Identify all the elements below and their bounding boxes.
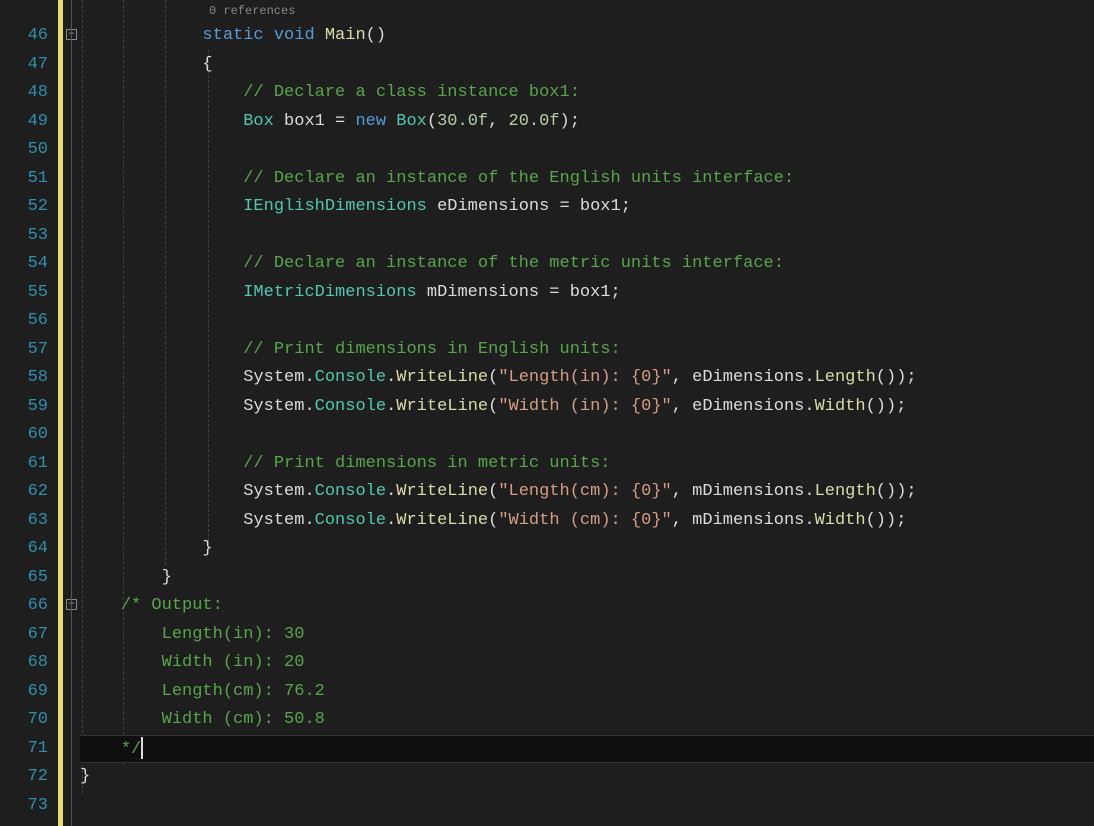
code-area[interactable]: 0 references static void Main() { // Dec…: [80, 0, 1094, 820]
code-line[interactable]: }: [80, 564, 1094, 593]
line-number: 60: [0, 421, 48, 450]
line-number: 67: [0, 621, 48, 650]
line-number: 47: [0, 51, 48, 80]
code-line[interactable]: // Print dimensions in English units:: [80, 336, 1094, 365]
code-line[interactable]: System.Console.WriteLine("Width (in): {0…: [80, 393, 1094, 422]
code-line[interactable]: // Declare an instance of the metric uni…: [80, 250, 1094, 279]
line-number: 72: [0, 763, 48, 792]
outline-margin: − −: [58, 0, 80, 826]
line-number: 56: [0, 307, 48, 336]
code-line[interactable]: Width (in): 20: [80, 649, 1094, 678]
code-line[interactable]: // Declare a class instance box1:: [80, 79, 1094, 108]
line-number: 64: [0, 535, 48, 564]
line-number-gutter: 46 47 48 49 50 51 52 53 54 55 56 57 58 5…: [0, 0, 58, 826]
code-line[interactable]: }: [80, 763, 1094, 792]
text-caret: [141, 737, 143, 759]
code-line[interactable]: // Print dimensions in metric units:: [80, 450, 1094, 479]
code-line[interactable]: /* Output:: [80, 592, 1094, 621]
line-number: 59: [0, 393, 48, 422]
code-line-current[interactable]: */: [80, 735, 1094, 764]
code-line[interactable]: Length(in): 30: [80, 621, 1094, 650]
line-number: 54: [0, 250, 48, 279]
line-number: 53: [0, 222, 48, 251]
code-line[interactable]: }: [80, 535, 1094, 564]
line-number: 62: [0, 478, 48, 507]
line-number: 49: [0, 108, 48, 137]
line-number: 58: [0, 364, 48, 393]
code-line[interactable]: System.Console.WriteLine("Width (cm): {0…: [80, 507, 1094, 536]
line-number: 55: [0, 279, 48, 308]
line-number: 52: [0, 193, 48, 222]
code-line[interactable]: System.Console.WriteLine("Length(cm): {0…: [80, 478, 1094, 507]
code-line[interactable]: Length(cm): 76.2: [80, 678, 1094, 707]
line-number: 66: [0, 592, 48, 621]
code-line[interactable]: Box box1 = new Box(30.0f, 20.0f);: [80, 108, 1094, 137]
line-number: 57: [0, 336, 48, 365]
line-number: 46: [0, 22, 48, 51]
line-number: 70: [0, 706, 48, 735]
code-line[interactable]: [80, 222, 1094, 251]
codelens-references[interactable]: 0 references: [80, 0, 1094, 22]
code-line[interactable]: System.Console.WriteLine("Length(in): {0…: [80, 364, 1094, 393]
line-number: 69: [0, 678, 48, 707]
line-number: 71: [0, 735, 48, 764]
line-number: 65: [0, 564, 48, 593]
code-line[interactable]: {: [80, 51, 1094, 80]
code-line[interactable]: IMetricDimensions mDimensions = box1;: [80, 279, 1094, 308]
line-number: 51: [0, 165, 48, 194]
line-number: 50: [0, 136, 48, 165]
code-line[interactable]: [80, 307, 1094, 336]
line-number: 73: [0, 792, 48, 821]
line-number: 63: [0, 507, 48, 536]
code-line[interactable]: [80, 792, 1094, 821]
line-number: 48: [0, 79, 48, 108]
code-line[interactable]: IEnglishDimensions eDimensions = box1;: [80, 193, 1094, 222]
code-editor[interactable]: 46 47 48 49 50 51 52 53 54 55 56 57 58 5…: [0, 0, 1094, 826]
code-line[interactable]: static void Main(): [80, 22, 1094, 51]
code-line[interactable]: [80, 136, 1094, 165]
line-number: 68: [0, 649, 48, 678]
code-line[interactable]: [80, 421, 1094, 450]
line-number: 61: [0, 450, 48, 479]
code-line[interactable]: Width (cm): 50.8: [80, 706, 1094, 735]
code-line[interactable]: // Declare an instance of the English un…: [80, 165, 1094, 194]
